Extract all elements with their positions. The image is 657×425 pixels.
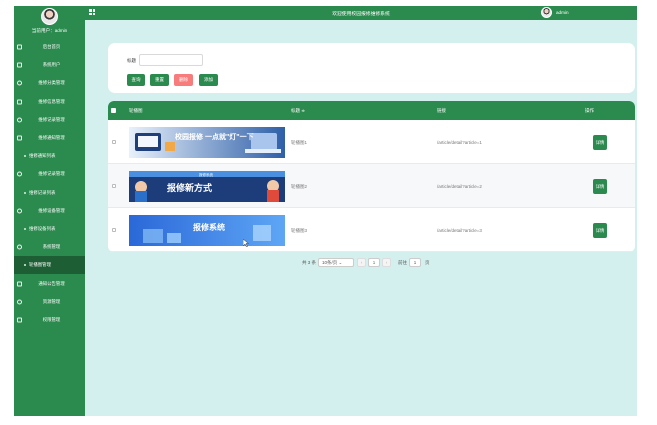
- banner-text-3: 报修系统: [193, 222, 225, 232]
- sidebar-item-label: 维修信息管理: [38, 98, 65, 104]
- dot-icon: [24, 155, 26, 158]
- page-number-1[interactable]: 1: [368, 258, 380, 267]
- select-all-checkbox[interactable]: [111, 108, 116, 113]
- sidebar-item-label: 维修记录管理: [38, 171, 65, 177]
- sidebar-item-label: 维修分类管理: [38, 80, 65, 86]
- delete-button[interactable]: 删除: [174, 74, 193, 86]
- title-filter-label: 标题: [127, 58, 136, 63]
- top-avatar[interactable]: [541, 7, 552, 18]
- next-page-button[interactable]: ›: [382, 258, 391, 267]
- sidebar-item-label: 轮播图管理: [29, 262, 51, 268]
- avatar[interactable]: [41, 8, 58, 25]
- sidebar-item-8[interactable]: 维修记录列表: [14, 184, 85, 202]
- row-title: 轮播图3: [291, 228, 308, 233]
- sidebar-item-label: 维修通知列表: [29, 153, 56, 159]
- app-window: 当前用户：admin 后台首页 系统用户 维修分类管理 维修信息管理 维修记录管理 维修通…: [14, 6, 637, 416]
- sidebar-item-label: 通知公告管理: [38, 280, 65, 286]
- row-checkbox[interactable]: [112, 228, 116, 232]
- goto-page-input[interactable]: 1: [409, 258, 421, 267]
- banner-table: 轮播图 标题 ≑ 链接 操作 校园报修 一点就"灯"一下 轮播图1 /artic…: [108, 101, 635, 252]
- sidebar-item-label: 维修记录管理: [38, 116, 65, 122]
- sidebar-item-7[interactable]: 维修记录管理: [14, 165, 85, 183]
- table-header: 轮播图 标题 ≑ 链接 操作: [108, 101, 635, 120]
- mouse-cursor-icon: [243, 239, 249, 247]
- sidebar-item-9[interactable]: 维修设备管理: [14, 202, 85, 220]
- pagination-total: 共 3 条: [302, 259, 317, 265]
- sidebar-item-1[interactable]: 系统用户: [14, 56, 85, 74]
- sidebar-header: 当前用户：admin: [14, 6, 85, 38]
- table-row: 报修系统 轮播图3 /article/detail?article=3 详情: [108, 208, 635, 252]
- row-checkbox[interactable]: [112, 140, 116, 144]
- row-link: /article/detail?article=2: [437, 184, 482, 189]
- search-panel: 标题 查询 重置 删除 添加: [108, 43, 635, 93]
- sidebar-item-label: 资源管理: [42, 298, 61, 304]
- sidebar-item-label: 权限管理: [42, 316, 61, 322]
- query-button[interactable]: 查询: [127, 74, 145, 86]
- sidebar: 当前用户：admin 后台首页 系统用户 维修分类管理 维修信息管理 维修记录管理 维修通…: [14, 6, 85, 416]
- row-title: 轮播图1: [291, 140, 308, 145]
- sidebar-item-11[interactable]: 系统管理: [14, 238, 85, 256]
- page-size-select[interactable]: 10条/页 ⌄: [318, 258, 354, 267]
- dot-icon: [24, 227, 26, 230]
- col-action-header: 操作: [585, 108, 594, 113]
- sidebar-item-label: 维修设备列表: [29, 225, 56, 231]
- sidebar-item-6[interactable]: 维修通知列表: [14, 147, 85, 165]
- prev-page-button[interactable]: ‹: [357, 258, 366, 267]
- col-image-header: 轮播图: [129, 108, 143, 113]
- row-link: /article/detail?article=1: [437, 140, 482, 145]
- detail-button[interactable]: 详情: [593, 135, 607, 150]
- banner-image-2: 报修系统 报修新方式: [129, 171, 285, 202]
- dot-icon: [24, 191, 26, 194]
- sidebar-item-15[interactable]: 权限管理: [14, 311, 85, 329]
- col-link-header: 链接: [437, 108, 446, 113]
- row-checkbox[interactable]: [112, 184, 116, 188]
- table-row: 校园报修 一点就"灯"一下 轮播图1 /article/detail?artic…: [108, 120, 635, 164]
- sidebar-item-14[interactable]: 资源管理: [14, 293, 85, 311]
- dot-icon: [24, 264, 26, 267]
- sidebar-item-label: 维修通知管理: [38, 135, 65, 141]
- row-link: /article/detail?article=3: [437, 228, 482, 233]
- sidebar-item-label: 系统用户: [42, 62, 61, 68]
- top-username[interactable]: admin: [556, 10, 569, 15]
- title-search-input[interactable]: [139, 54, 203, 66]
- table-row: 报修系统 报修新方式 轮播图2 /article/detail?article=…: [108, 164, 635, 208]
- detail-button[interactable]: 详情: [593, 223, 607, 238]
- col-title-header[interactable]: 标题 ≑: [291, 108, 305, 114]
- reset-button[interactable]: 重置: [150, 74, 169, 86]
- row-title: 轮播图2: [291, 184, 308, 189]
- sidebar-item-label: 后台首页: [42, 44, 61, 50]
- system-title: 欢迎使用校园报修维修系统: [332, 12, 390, 17]
- sidebar-item-4[interactable]: 维修记录管理: [14, 111, 85, 129]
- banner-image-1: 校园报修 一点就"灯"一下: [129, 127, 285, 158]
- banner-text-1: 校园报修 一点就"灯"一下: [175, 132, 254, 141]
- sidebar-item-5[interactable]: 维修通知管理: [14, 129, 85, 147]
- sidebar-item-3[interactable]: 维修信息管理: [14, 93, 85, 111]
- sidebar-menu: 后台首页 系统用户 维修分类管理 维修信息管理 维修记录管理 维修通知管理 维修通知列表 维修…: [14, 38, 85, 329]
- add-button[interactable]: 添加: [199, 74, 218, 86]
- banner-text-2: 报修新方式: [167, 182, 212, 193]
- sidebar-item-label: 系统管理: [42, 244, 61, 250]
- banner-image-3: 报修系统: [129, 215, 285, 246]
- current-user-label: 当前用户：admin: [31, 28, 68, 33]
- goto-label: 前往: [398, 259, 407, 265]
- sidebar-item-13[interactable]: 通知公告管理: [14, 274, 85, 292]
- sidebar-item-0[interactable]: 后台首页: [14, 38, 85, 56]
- detail-button[interactable]: 详情: [593, 179, 607, 194]
- sidebar-item-10[interactable]: 维修设备列表: [14, 220, 85, 238]
- sidebar-item-2[interactable]: 维修分类管理: [14, 74, 85, 92]
- banner-subtext-2: 报修系统: [199, 172, 213, 177]
- sidebar-item-12[interactable]: 轮播图管理: [14, 256, 85, 275]
- topbar: 欢迎使用校园报修维修系统 admin: [85, 6, 637, 20]
- sidebar-item-label: 维修记录列表: [29, 189, 56, 195]
- sidebar-item-label: 维修设备管理: [38, 207, 65, 213]
- page-unit-label: 页: [425, 259, 430, 265]
